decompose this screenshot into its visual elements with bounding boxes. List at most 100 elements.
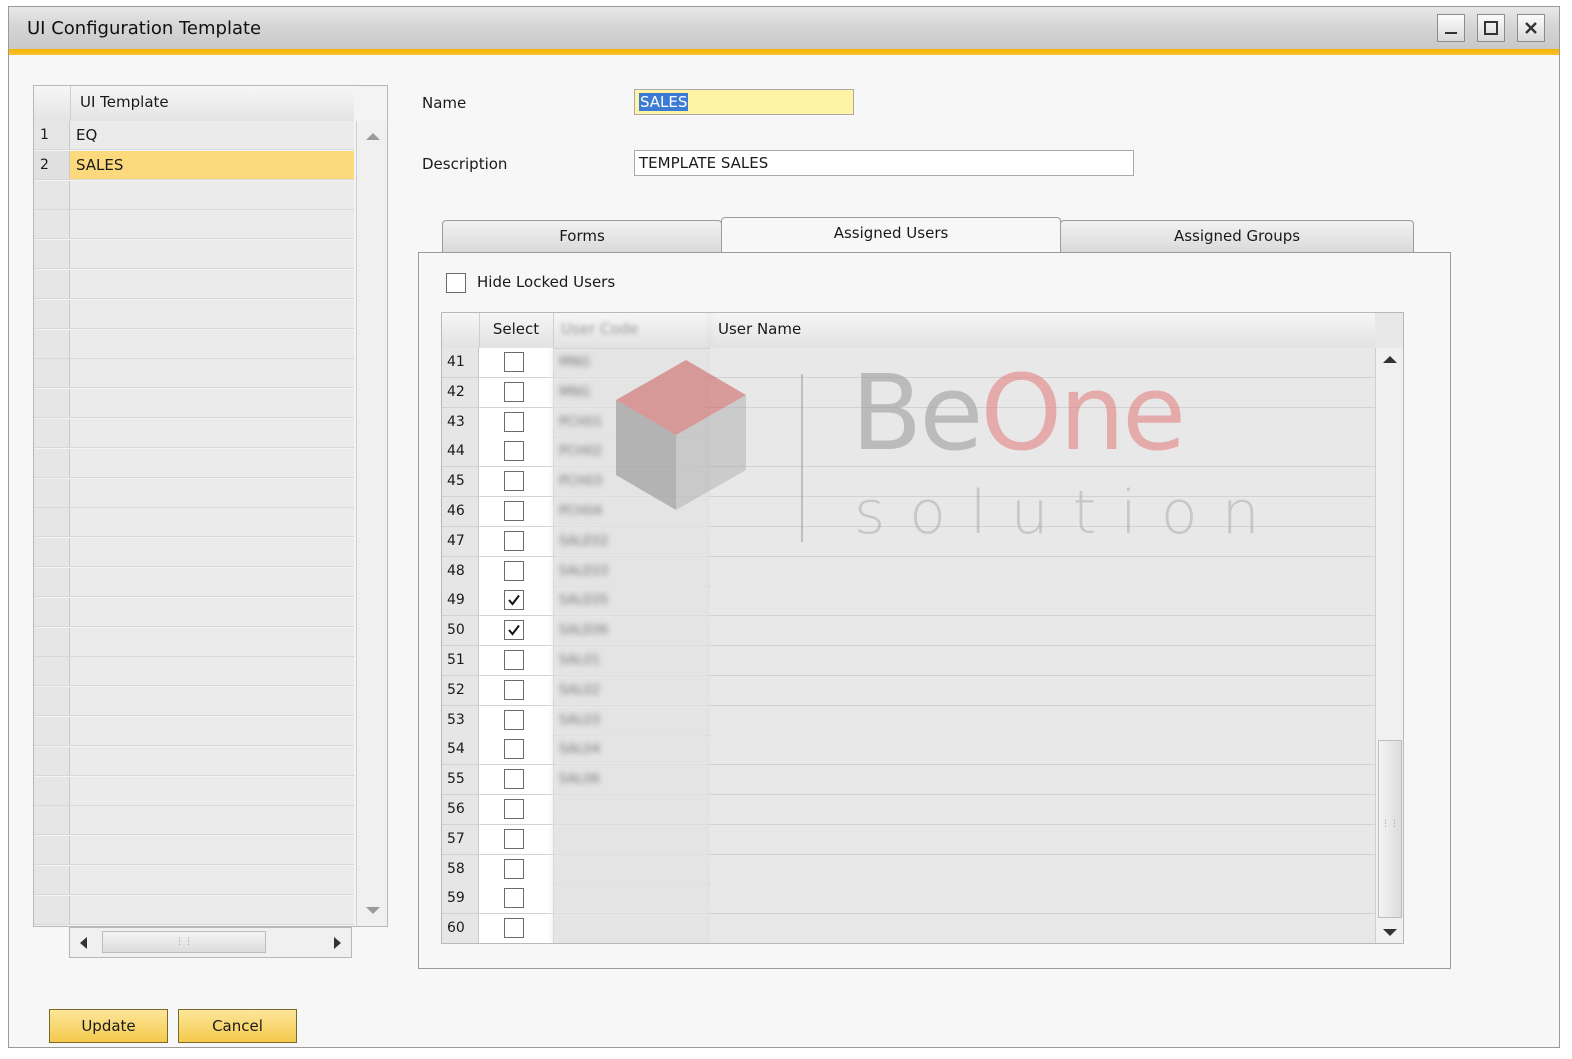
select-cell[interactable] bbox=[479, 705, 554, 735]
select-cell[interactable] bbox=[479, 735, 554, 765]
update-button[interactable]: Update bbox=[49, 1009, 168, 1043]
table-row[interactable]: 48 SALE03 bbox=[442, 556, 1375, 587]
ui-template-row[interactable] bbox=[34, 270, 354, 299]
scroll-down-icon[interactable] bbox=[1383, 929, 1397, 936]
user-name-cell[interactable] bbox=[710, 556, 1375, 586]
ui-template-row[interactable] bbox=[34, 687, 354, 717]
select-checkbox[interactable] bbox=[504, 620, 524, 641]
select-checkbox[interactable] bbox=[504, 709, 524, 730]
select-checkbox[interactable] bbox=[504, 352, 524, 372]
user-name-cell[interactable] bbox=[710, 497, 1375, 526]
table-row[interactable]: 52 SAL02 bbox=[442, 675, 1375, 706]
select-cell[interactable] bbox=[479, 437, 554, 467]
user-code-cell[interactable] bbox=[553, 884, 710, 914]
ui-template-row[interactable] bbox=[34, 806, 354, 836]
select-checkbox[interactable] bbox=[504, 858, 524, 879]
ui-template-row[interactable] bbox=[34, 240, 354, 270]
user-code-cell[interactable]: SAL06 bbox=[553, 765, 710, 795]
table-row[interactable]: 46 PCH04 bbox=[442, 497, 1375, 527]
table-row[interactable]: 43 PCH01 bbox=[442, 407, 1375, 438]
user-code-cell[interactable]: PCH03 bbox=[553, 467, 710, 497]
user-code-cell[interactable]: MNG bbox=[553, 348, 710, 377]
hide-locked-users-label[interactable]: Hide Locked Users bbox=[477, 273, 615, 291]
scrollbar-thumb[interactable]: ⋮⋮ bbox=[1378, 740, 1402, 918]
table-row[interactable]: 41 MNG bbox=[442, 348, 1375, 378]
select-cell[interactable] bbox=[479, 407, 554, 437]
select-cell[interactable] bbox=[479, 586, 554, 616]
description-field[interactable]: TEMPLATE SALES bbox=[634, 150, 1134, 176]
scrollbar-thumb[interactable]: ⋮⋮ bbox=[102, 931, 266, 953]
assigned-users-vertical-scrollbar[interactable]: ⋮⋮ bbox=[1375, 348, 1403, 943]
table-row[interactable]: 50 SALE06 bbox=[442, 616, 1375, 647]
table-row[interactable]: 60 bbox=[442, 914, 1375, 943]
select-column-header[interactable]: Select bbox=[479, 313, 554, 348]
ui-template-row[interactable] bbox=[34, 508, 354, 538]
select-checkbox[interactable] bbox=[504, 828, 524, 849]
ui-template-row[interactable] bbox=[34, 746, 354, 776]
ui-template-row[interactable] bbox=[34, 299, 354, 329]
user-code-cell[interactable]: SALE03 bbox=[553, 556, 710, 586]
user-name-cell[interactable] bbox=[710, 467, 1375, 497]
select-cell[interactable] bbox=[479, 824, 554, 854]
table-row[interactable]: 58 bbox=[442, 854, 1375, 885]
scroll-up-icon[interactable] bbox=[366, 133, 380, 140]
user-code-cell[interactable]: SALE06 bbox=[553, 616, 710, 646]
user-name-column-header[interactable]: User Name bbox=[710, 313, 1010, 348]
select-checkbox[interactable] bbox=[504, 590, 524, 611]
scroll-right-icon[interactable] bbox=[334, 937, 341, 949]
table-row[interactable]: 51 SAL01 bbox=[442, 646, 1375, 676]
user-name-cell[interactable] bbox=[710, 646, 1375, 675]
user-name-cell[interactable] bbox=[710, 854, 1375, 884]
ui-template-row[interactable] bbox=[34, 776, 354, 806]
select-cell[interactable] bbox=[479, 914, 554, 943]
table-row[interactable]: 49 SALE05 bbox=[442, 586, 1375, 617]
ui-template-horizontal-scrollbar[interactable]: ⋮⋮ bbox=[69, 927, 352, 958]
ui-template-row[interactable] bbox=[34, 866, 354, 895]
ui-template-row[interactable] bbox=[34, 597, 354, 627]
name-field[interactable]: SALES bbox=[634, 89, 854, 115]
select-checkbox[interactable] bbox=[504, 471, 524, 492]
maximize-button[interactable] bbox=[1477, 14, 1505, 42]
select-checkbox[interactable] bbox=[504, 769, 524, 790]
ui-template-row[interactable] bbox=[34, 448, 354, 478]
table-row[interactable]: 53 SAL03 bbox=[442, 705, 1375, 736]
select-checkbox[interactable] bbox=[504, 441, 524, 462]
user-code-cell[interactable]: SAL03 bbox=[553, 705, 710, 735]
ui-template-row[interactable] bbox=[34, 389, 354, 419]
tab-assigned-users[interactable]: Assigned Users bbox=[721, 217, 1061, 253]
user-name-cell[interactable] bbox=[710, 914, 1375, 943]
user-name-cell[interactable] bbox=[710, 526, 1375, 556]
ui-template-row[interactable] bbox=[34, 329, 354, 359]
ui-template-row[interactable] bbox=[34, 836, 354, 866]
ui-template-row[interactable] bbox=[34, 717, 354, 746]
user-code-cell[interactable]: SALE05 bbox=[553, 586, 710, 616]
user-code-cell[interactable]: SALE02 bbox=[553, 526, 710, 556]
select-checkbox[interactable] bbox=[504, 739, 524, 760]
cancel-button[interactable]: Cancel bbox=[178, 1009, 297, 1043]
user-name-cell[interactable] bbox=[710, 735, 1375, 765]
user-code-cell[interactable]: MNG bbox=[553, 377, 710, 407]
select-cell[interactable] bbox=[479, 765, 554, 795]
table-row[interactable]: 47 SALE02 bbox=[442, 526, 1375, 557]
ui-template-row[interactable] bbox=[34, 568, 354, 597]
ui-template-row[interactable]: 2 SALES bbox=[34, 150, 354, 180]
select-checkbox[interactable] bbox=[504, 381, 524, 402]
ui-template-row[interactable]: 1 EQ bbox=[34, 121, 354, 150]
ui-template-row[interactable] bbox=[34, 895, 354, 925]
user-code-cell[interactable]: PCH04 bbox=[553, 497, 710, 526]
scroll-up-icon[interactable] bbox=[1383, 356, 1397, 363]
user-name-cell[interactable] bbox=[710, 824, 1375, 854]
table-row[interactable]: 44 PCH02 bbox=[442, 437, 1375, 468]
tab-assigned-groups[interactable]: Assigned Groups bbox=[1060, 220, 1414, 253]
select-cell[interactable] bbox=[479, 526, 554, 556]
user-name-cell[interactable] bbox=[710, 586, 1375, 616]
table-row[interactable]: 42 MNG bbox=[442, 377, 1375, 408]
ui-template-row[interactable] bbox=[34, 419, 354, 448]
minimize-button[interactable] bbox=[1437, 14, 1465, 42]
user-name-cell[interactable] bbox=[710, 795, 1375, 824]
user-code-cell[interactable] bbox=[553, 824, 710, 854]
user-code-cell[interactable] bbox=[553, 914, 710, 943]
user-name-cell[interactable] bbox=[710, 348, 1375, 377]
select-checkbox[interactable] bbox=[504, 888, 524, 909]
user-name-cell[interactable] bbox=[710, 675, 1375, 705]
